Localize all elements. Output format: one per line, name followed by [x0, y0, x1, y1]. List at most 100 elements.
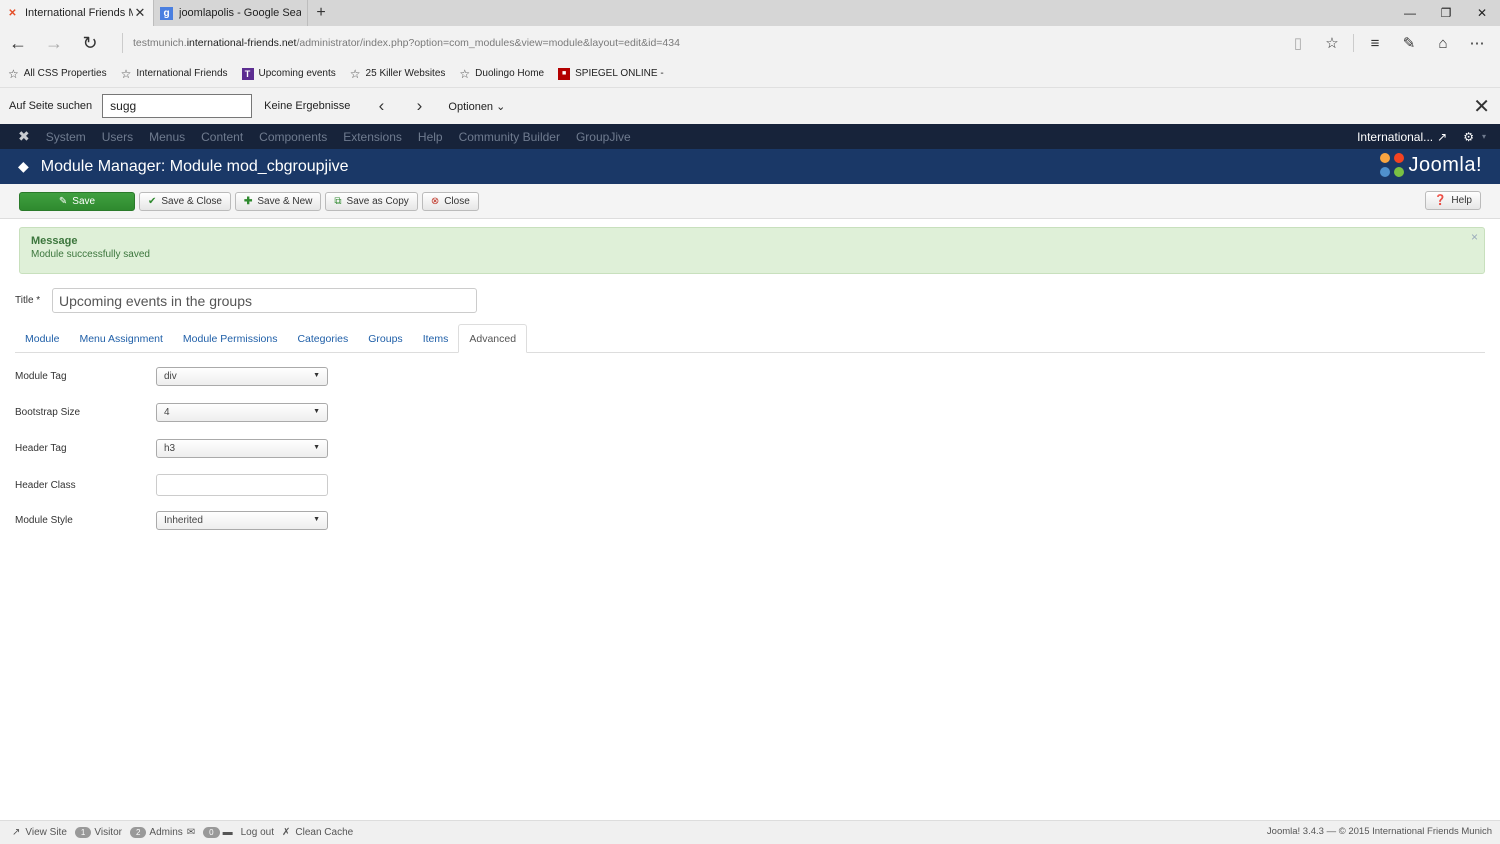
save-as-copy-button[interactable]: ⧉ Save as Copy [325, 191, 418, 211]
menu-help[interactable]: Help [418, 130, 443, 144]
menu-system[interactable]: System [46, 130, 86, 144]
save-copy-label: Save as Copy [346, 195, 409, 207]
favorite-all-css[interactable]: ☆ All CSS Properties [8, 67, 107, 81]
menu-content[interactable]: Content [201, 130, 243, 144]
favorite-upcoming-events[interactable]: T Upcoming events [241, 67, 336, 80]
tab-items[interactable]: Items [413, 324, 459, 353]
find-options-dropdown[interactable]: Optionen ⌄ [448, 100, 505, 113]
title-row: Title * [15, 288, 477, 313]
find-next-icon[interactable]: › [412, 96, 426, 116]
joomla-favicon-icon: ✕ [8, 7, 17, 19]
menu-users[interactable]: Users [102, 130, 133, 144]
menu-community-builder[interactable]: Community Builder [459, 130, 560, 144]
admin-menu-bar: ✖ System Users Menus Content Components … [0, 124, 1500, 149]
refresh-icon[interactable]: ↻ [72, 26, 108, 60]
restore-icon[interactable]: ❐ [1428, 0, 1464, 26]
close-alert-icon[interactable]: × [1471, 230, 1478, 244]
gear-icon[interactable]: ⚙ [1463, 130, 1474, 144]
find-result: Keine Ergebnisse [264, 100, 351, 112]
field-label: Module Style [15, 515, 73, 526]
find-label: Auf Seite suchen [9, 100, 93, 112]
tab-groups[interactable]: Groups [358, 324, 412, 353]
view-site-label: View Site [25, 827, 67, 838]
close-button[interactable]: ⊗ Close [421, 191, 479, 211]
chevron-down-icon[interactable]: ▾ [1482, 132, 1486, 141]
joomla-logo-icon[interactable]: ✖ [18, 128, 30, 145]
bootstrap-size-select[interactable]: 4 ▼ [156, 403, 328, 422]
menu-extensions[interactable]: Extensions [343, 130, 402, 144]
tab-module-permissions[interactable]: Module Permissions [173, 324, 288, 353]
admins-count: 2 Admins ✉ [129, 827, 195, 838]
tab-categories[interactable]: Categories [287, 324, 358, 353]
clean-cache-link[interactable]: ✗ Clean Cache [282, 827, 353, 838]
site-link[interactable]: International... [1357, 130, 1433, 144]
find-previous-icon[interactable]: ‹ [374, 96, 388, 116]
caret-down-icon: ▼ [313, 408, 320, 415]
browser-tab-google-search[interactable]: g joomlapolis - Google Search [154, 0, 308, 26]
browser-tab-strip: ✕ International Friends Mu ✕ g joomlapol… [0, 0, 1500, 26]
star-icon: ☆ [120, 66, 132, 81]
external-link-icon: ↗ [1437, 129, 1448, 144]
status-badge: 1 [74, 827, 92, 838]
visitors-label: Visitor [94, 827, 122, 838]
find-input[interactable] [102, 94, 253, 118]
caret-down-icon: ▼ [313, 372, 320, 379]
help-button[interactable]: ❓ Help [1424, 191, 1481, 210]
field-label: Header Class [15, 479, 76, 491]
favorite-international-friends[interactable]: ☆ International Friends [121, 67, 228, 81]
admin-menu-right: International... ↗ ⚙ ▾ [1349, 124, 1486, 149]
new-tab-icon[interactable]: + [308, 0, 334, 26]
more-icon[interactable]: ⋯ [1460, 34, 1494, 52]
edit-icon: ✎ [58, 195, 68, 207]
module-tag-field: Module Tag div ▼ [15, 367, 328, 386]
close-find-icon[interactable]: ✕ [1473, 94, 1490, 119]
save-button[interactable]: ✎ Save [19, 191, 135, 211]
close-window-icon[interactable]: ✕ [1464, 0, 1500, 26]
close-tab-icon[interactable]: ✕ [133, 5, 147, 21]
favorite-killer-websites[interactable]: ☆ 25 Killer Websites [350, 67, 446, 81]
alert-text: Module successfully saved [31, 249, 150, 260]
module-style-select[interactable]: Inherited ▼ [156, 511, 328, 530]
clean-cache-label: Clean Cache [295, 827, 354, 838]
save-close-button[interactable]: ✔ Save & Close [139, 191, 231, 211]
question-icon: ❓ [1433, 195, 1447, 206]
purple-t-icon: T [241, 67, 254, 80]
messages-count[interactable]: 0 ▬ [203, 827, 233, 838]
favorite-duolingo[interactable]: ☆ Duolingo Home [459, 67, 544, 81]
find-on-page-bar: Auf Seite suchen Keine Ergebnisse ‹ › Op… [0, 88, 1500, 124]
menu-groupjive[interactable]: GroupJive [576, 130, 631, 144]
menu-menus[interactable]: Menus [149, 130, 185, 144]
tab-title: joomlapolis - Google Search [179, 7, 301, 19]
joomla-wordmark: Joomla! [1408, 153, 1482, 176]
favorite-spiegel[interactable]: ■ SPIEGEL ONLINE - [558, 67, 664, 80]
view-site-link[interactable]: ↗ View Site [12, 827, 67, 838]
favorite-star-icon[interactable]: ☆ [1315, 34, 1349, 52]
browser-tab-international-friends[interactable]: ✕ International Friends Mu ✕ [0, 0, 154, 26]
alert-heading: Message [31, 235, 78, 247]
field-label: Header Tag [15, 443, 67, 454]
web-note-icon[interactable]: ✎ [1392, 34, 1426, 52]
forward-icon[interactable]: → [36, 26, 72, 60]
url-field[interactable]: testmunich. international-friends.net/adm… [122, 33, 1281, 53]
visitors-count: 1 Visitor [74, 827, 122, 838]
save-close-label: Save & Close [161, 195, 222, 207]
back-icon[interactable]: ← [0, 26, 36, 60]
tab-advanced[interactable]: Advanced [458, 324, 528, 353]
tab-module[interactable]: Module [15, 324, 69, 353]
header-class-input[interactable] [156, 474, 328, 496]
star-icon: ☆ [459, 66, 471, 81]
save-new-button[interactable]: ✚ Save & New [234, 191, 322, 211]
select-value: Inherited [164, 515, 203, 526]
reading-view-icon[interactable]: ▯ [1281, 34, 1315, 52]
logout-link[interactable]: Log out [241, 827, 274, 838]
minimize-icon[interactable]: — [1392, 0, 1428, 26]
url-prefix: testmunich. [133, 37, 187, 49]
title-input[interactable] [52, 288, 477, 313]
module-tag-select[interactable]: div ▼ [156, 367, 328, 386]
header-tag-select[interactable]: h3 ▼ [156, 439, 328, 458]
find-options-label: Optionen [448, 100, 494, 113]
hub-icon[interactable]: ≡ [1358, 35, 1392, 52]
share-icon[interactable]: ⌂ [1426, 35, 1460, 52]
menu-components[interactable]: Components [259, 130, 327, 144]
tab-menu-assignment[interactable]: Menu Assignment [69, 324, 172, 353]
